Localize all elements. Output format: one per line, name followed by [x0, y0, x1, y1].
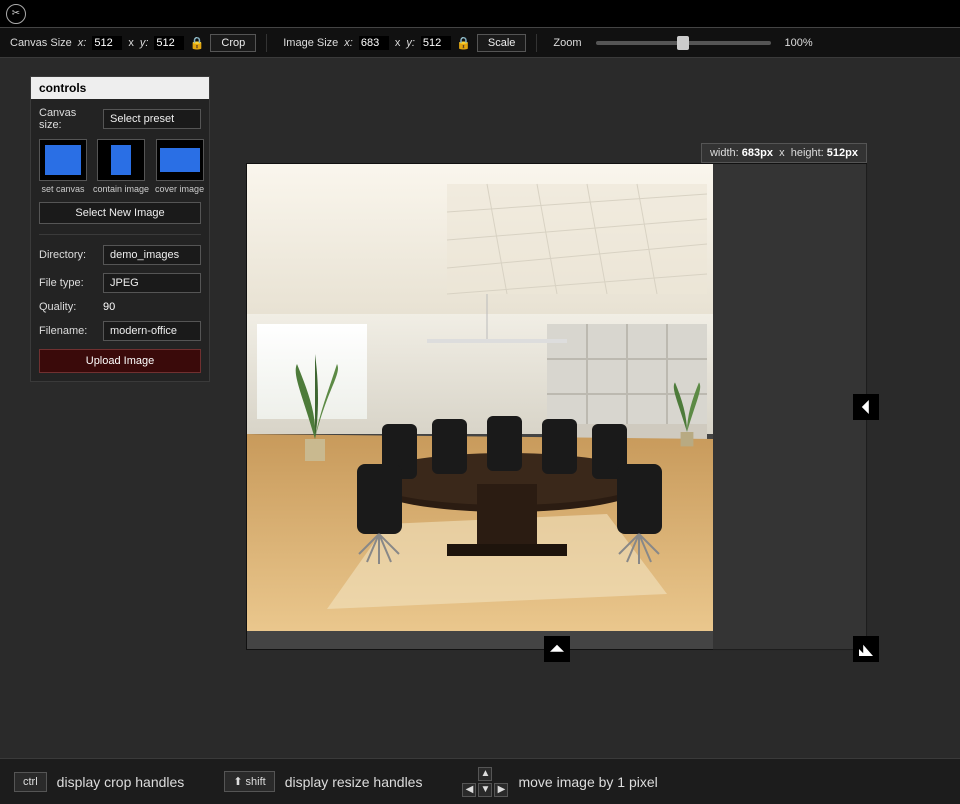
app-logo: ✂	[6, 4, 26, 24]
set-canvas-label: set canvas	[41, 184, 84, 194]
canvas-size-label: Canvas Size	[10, 37, 72, 49]
image-size-group: Image Size x: 683 x y: 512 🔒 Scale	[283, 34, 537, 52]
quality-value: 90	[103, 301, 115, 313]
shift-hint: display resize handles	[285, 774, 423, 790]
contain-image-thumb[interactable]: contain image	[93, 139, 149, 194]
controls-panel: controls Canvas size: Select preset set …	[30, 76, 210, 382]
resize-handle-bottom[interactable]	[544, 636, 570, 662]
badge-height-value: 512px	[827, 147, 858, 159]
zoom-group: Zoom 100%	[553, 37, 822, 49]
crop-button[interactable]: Crop	[210, 34, 256, 52]
canvas-full[interactable]	[246, 163, 867, 650]
badge-width-value: 683px	[742, 147, 773, 159]
canvas-size-label: Canvas size:	[39, 107, 97, 131]
filename-label: Filename:	[39, 325, 97, 337]
resize-handle-right[interactable]	[853, 394, 879, 420]
directory-label: Directory:	[39, 249, 97, 261]
filetype-field[interactable]: JPEG	[103, 273, 201, 293]
dim-overlay	[713, 164, 868, 651]
set-canvas-thumb[interactable]: set canvas	[39, 139, 87, 194]
arrow-up-icon: ⬆	[233, 775, 242, 788]
quality-label: Quality:	[39, 301, 97, 313]
canvas-mode-thumbs: set canvas contain image cover image	[39, 139, 201, 194]
y-label: y:	[406, 37, 415, 49]
controls-panel-header: controls	[31, 77, 209, 99]
shift-key: ⬆ shift	[224, 771, 274, 792]
x-label: x:	[344, 37, 353, 49]
canvas-area: width: 683px x height: 512px	[246, 163, 867, 667]
toolbar: Canvas Size x: 512 x y: 512 🔒 Crop Image…	[0, 28, 960, 58]
filename-field[interactable]: modern-office	[103, 321, 201, 341]
lock-image-icon[interactable]: 🔒	[457, 36, 471, 50]
arrow-hint: move image by 1 pixel	[518, 774, 657, 790]
size-badge: width: 683px x height: 512px	[701, 143, 867, 163]
ctrl-hint: display crop handles	[57, 774, 185, 790]
zoom-slider-thumb[interactable]	[677, 36, 689, 50]
preset-select[interactable]: Select preset	[103, 109, 201, 129]
cover-image-label: cover image	[155, 184, 204, 194]
image-x-value[interactable]: 683	[359, 36, 389, 50]
zoom-value: 100%	[785, 37, 813, 49]
contain-image-label: contain image	[93, 184, 149, 194]
image-preview[interactable]	[247, 164, 713, 631]
select-new-image-button[interactable]: Select New Image	[39, 202, 201, 224]
image-size-label: Image Size	[283, 37, 338, 49]
zoom-label: Zoom	[553, 37, 581, 49]
badge-width-label: width:	[710, 147, 739, 159]
x-label: x:	[78, 37, 87, 49]
canvas-y-value[interactable]: 512	[154, 36, 184, 50]
filetype-label: File type:	[39, 277, 97, 289]
ctrl-key: ctrl	[14, 772, 47, 792]
cover-image-thumb[interactable]: cover image	[155, 139, 204, 194]
upload-image-button[interactable]: Upload Image	[39, 349, 201, 373]
canvas-size-group: Canvas Size x: 512 x y: 512 🔒 Crop	[10, 34, 267, 52]
footer: ctrl display crop handles ⬆ shift displa…	[0, 758, 960, 804]
badge-x: x	[779, 147, 785, 159]
directory-field[interactable]: demo_images	[103, 245, 201, 265]
image-y-value[interactable]: 512	[421, 36, 451, 50]
badge-height-label: height:	[791, 147, 824, 159]
shift-key-label: shift	[246, 776, 266, 788]
lock-canvas-icon[interactable]: 🔒	[190, 36, 204, 50]
app-header: ✂	[0, 0, 960, 28]
scale-button[interactable]: Scale	[477, 34, 527, 52]
canvas-x-value[interactable]: 512	[92, 36, 122, 50]
zoom-slider[interactable]	[596, 41, 771, 45]
resize-handle-corner[interactable]	[853, 636, 879, 662]
arrow-keys-icon: ▲ ◀▼▶	[462, 767, 508, 797]
y-label: y:	[140, 37, 149, 49]
